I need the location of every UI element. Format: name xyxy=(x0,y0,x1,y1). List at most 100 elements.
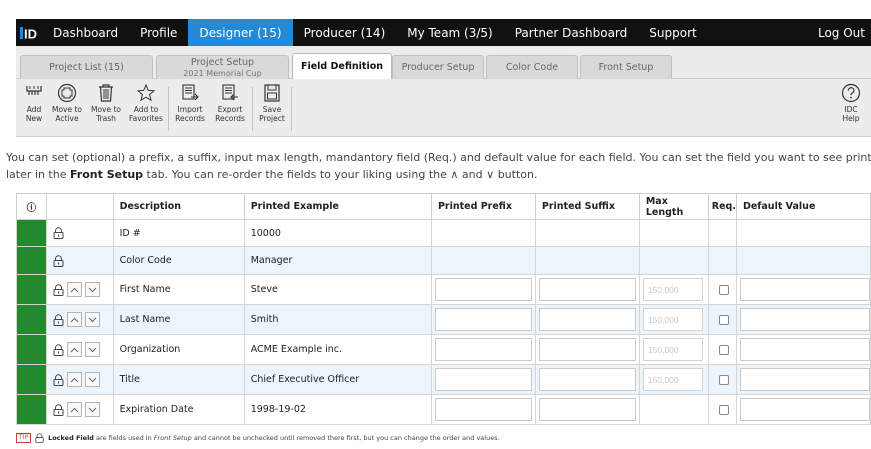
suffix-input[interactable] xyxy=(538,398,636,421)
prefix-input[interactable] xyxy=(434,398,532,421)
row-suffix-cell xyxy=(534,274,640,305)
row-max-length-cell xyxy=(638,219,709,247)
tab-project-list[interactable]: Project List (15) xyxy=(20,55,153,79)
suffix-input[interactable] xyxy=(538,368,636,391)
lock-icon xyxy=(53,254,64,267)
nav-producer[interactable]: Producer (14) xyxy=(293,19,397,46)
row-default-cell xyxy=(735,334,871,365)
prefix-input[interactable] xyxy=(434,368,532,391)
max-length-input[interactable]: 150,000 xyxy=(642,278,703,301)
tab-producer-setup[interactable]: Producer Setup xyxy=(392,55,484,79)
suffix-input[interactable] xyxy=(538,338,636,361)
row-prefix-cell xyxy=(430,246,536,275)
row-description: Title xyxy=(112,364,245,395)
move-down-button[interactable] xyxy=(84,402,100,417)
move-active-label-1: Move to xyxy=(51,105,83,114)
trash-icon xyxy=(99,84,113,102)
row-default-cell xyxy=(735,364,871,395)
move-up-button[interactable] xyxy=(66,342,82,357)
required-checkbox[interactable] xyxy=(718,374,729,385)
nav-my-team[interactable]: My Team (3/5) xyxy=(396,19,503,46)
svg-text:ID: ID xyxy=(24,26,37,41)
default-value-input[interactable] xyxy=(739,338,870,361)
favorites-label-2: Favorites xyxy=(129,114,163,123)
save-label-1: Save xyxy=(262,105,282,114)
chevron-up-icon xyxy=(70,317,79,322)
row-req-cell xyxy=(707,246,737,275)
row-status-marker xyxy=(16,394,47,425)
tab-label: Project Setup xyxy=(190,56,255,68)
row-suffix-cell xyxy=(534,219,640,247)
suffix-input[interactable] xyxy=(538,308,636,331)
table-row: Last Name Smith 150,000 xyxy=(16,304,871,335)
required-checkbox[interactable] xyxy=(718,284,729,295)
row-suffix-cell xyxy=(534,246,640,275)
add-new-button[interactable]: Add New xyxy=(19,83,49,123)
max-length-input[interactable]: 150,000 xyxy=(642,338,703,361)
printed-example-header: Printed Example xyxy=(243,193,432,220)
export-records-button[interactable]: Export Records xyxy=(210,83,250,123)
max-length-input[interactable]: 150,000 xyxy=(642,368,703,391)
default-value-input[interactable] xyxy=(739,308,870,331)
move-down-button[interactable] xyxy=(84,342,100,357)
row-printed-example: ACME Example inc. xyxy=(243,334,432,365)
default-value-input[interactable] xyxy=(739,398,870,421)
import-records-button[interactable]: Import Records xyxy=(170,83,210,123)
lock-icon xyxy=(53,373,64,386)
row-max-length-cell xyxy=(638,394,709,425)
move-up-button[interactable] xyxy=(66,372,82,387)
printed-suffix-header: Printed Suffix xyxy=(534,193,640,220)
add-to-favorites-button[interactable]: Add to Favorites xyxy=(126,83,166,123)
tab-project-setup[interactable]: Project Setup 2021 Memorial Cup xyxy=(156,55,289,79)
save-icon xyxy=(264,84,280,102)
row-printed-example: Smith xyxy=(243,304,432,335)
nav-dashboard[interactable]: Dashboard xyxy=(42,19,129,46)
tab-field-definition[interactable]: Field Definition xyxy=(292,53,392,79)
required-checkbox[interactable] xyxy=(718,314,729,325)
default-value-input[interactable] xyxy=(739,278,870,301)
move-up-button[interactable] xyxy=(66,312,82,327)
default-value-input[interactable] xyxy=(739,368,870,391)
max-length-input[interactable]: 150,000 xyxy=(642,308,703,331)
prefix-input[interactable] xyxy=(434,338,532,361)
nav-partner-dashboard[interactable]: Partner Dashboard xyxy=(504,19,639,46)
tab-front-setup[interactable]: Front Setup xyxy=(580,55,672,79)
move-down-button[interactable] xyxy=(84,282,100,297)
chevron-up-icon xyxy=(70,377,79,382)
lock-icon xyxy=(35,433,44,443)
prefix-input[interactable] xyxy=(434,308,532,331)
instructions-line-2: later in the Front Setup tab. You can re… xyxy=(6,168,538,181)
required-checkbox[interactable] xyxy=(718,344,729,355)
row-printed-example: Chief Executive Officer xyxy=(243,364,432,395)
nav-profile[interactable]: Profile xyxy=(129,19,188,46)
move-up-button[interactable] xyxy=(66,282,82,297)
row-controls xyxy=(45,364,114,395)
row-suffix-cell xyxy=(534,364,640,395)
logout-link[interactable]: Log Out xyxy=(807,19,871,46)
save-project-button[interactable]: Save Project xyxy=(255,83,289,123)
help-button[interactable]: IDC Help xyxy=(836,83,866,123)
required-checkbox[interactable] xyxy=(718,404,729,415)
move-to-trash-button[interactable]: Move to Trash xyxy=(86,83,126,123)
row-prefix-cell xyxy=(430,304,536,335)
chevron-down-icon xyxy=(88,377,97,382)
info-icon-header[interactable]: ⓘ xyxy=(16,193,47,220)
row-controls xyxy=(45,246,114,275)
tab-color-code[interactable]: Color Code xyxy=(486,55,578,79)
toolbar-divider xyxy=(291,87,292,131)
move-down-button[interactable] xyxy=(84,312,100,327)
move-up-button[interactable] xyxy=(66,402,82,417)
app-logo[interactable]: ID xyxy=(16,19,42,46)
row-description: First Name xyxy=(112,274,245,305)
suffix-input[interactable] xyxy=(538,278,636,301)
row-max-length-cell: 150,000 xyxy=(638,364,709,395)
move-to-active-button[interactable]: Move to Active xyxy=(47,83,87,123)
row-req-cell xyxy=(707,304,737,335)
nav-support[interactable]: Support xyxy=(638,19,707,46)
prefix-input[interactable] xyxy=(434,278,532,301)
move-down-button[interactable] xyxy=(84,372,100,387)
row-printed-example: 1998-19-02 xyxy=(243,394,432,425)
nav-designer[interactable]: Designer (15) xyxy=(188,19,293,46)
row-req-cell xyxy=(707,394,737,425)
description-header: Description xyxy=(112,193,245,220)
